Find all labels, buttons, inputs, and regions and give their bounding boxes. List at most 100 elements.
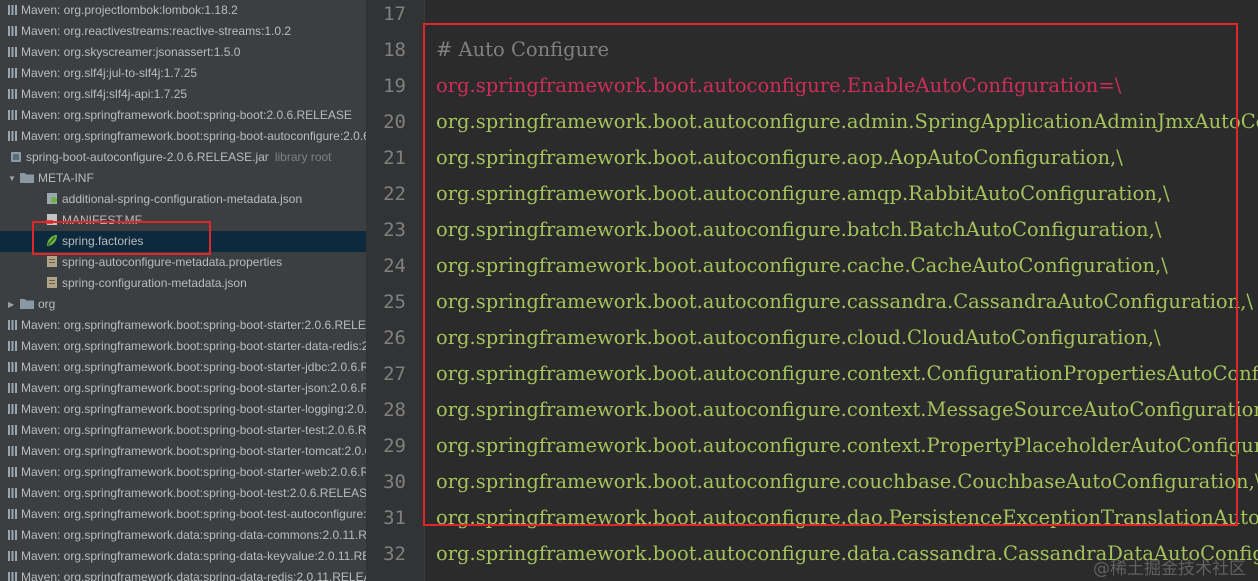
tree-item-folder[interactable]: ▼ META-INF xyxy=(0,168,366,189)
tree-item-lib[interactable]: Maven: org.springframework.data:spring-d… xyxy=(0,546,366,567)
tree-item-label: Maven: org.springframework.boot:spring-b… xyxy=(21,507,366,521)
tree-item-label: MANIFEST.MF xyxy=(62,213,142,227)
folder-icon xyxy=(20,299,34,310)
tree-item-lib[interactable]: Maven: org.springframework.boot:spring-b… xyxy=(0,483,366,504)
library-icon xyxy=(8,403,17,414)
tree-item-label: spring-boot-autoconfigure-2.0.6.RELEASE.… xyxy=(26,150,269,164)
tree-item-label: Maven: org.springframework.boot:spring-b… xyxy=(21,423,366,437)
tree-item-lib[interactable]: Maven: org.springframework.boot:spring-b… xyxy=(0,441,366,462)
library-root-note: library root xyxy=(274,150,332,164)
project-tree-panel: Maven: org.projectlombok:lombok:1.18.2 Ma… xyxy=(0,0,366,581)
tree-item-lib[interactable]: Maven: org.springframework.boot:spring-b… xyxy=(0,105,366,126)
tree-item-label: Maven: org.springframework.boot:spring-b… xyxy=(21,486,366,500)
tree-item-file[interactable]: spring.factories xyxy=(0,231,366,252)
watermark: @稀土掘金技术社区 xyxy=(1093,559,1246,579)
tree-item-label: Maven: org.springframework.data:spring-d… xyxy=(21,549,366,563)
tree-item-lib[interactable]: Maven: org.springframework.boot:spring-b… xyxy=(0,357,366,378)
library-icon xyxy=(8,46,17,57)
line-number: 26 xyxy=(383,327,406,349)
line-number: 20 xyxy=(383,111,406,133)
tree-item-lib[interactable]: Maven: org.skyscreamer:jsonassert:1.5.0 xyxy=(0,42,366,63)
library-icon xyxy=(8,382,17,393)
code-value-line[interactable]: org.springframework.boot.autoconfigure.c… xyxy=(436,428,1258,464)
tree-item-file[interactable]: spring-autoconfigure-metadata.properties xyxy=(0,252,366,273)
line-number: 24 xyxy=(383,255,406,277)
line-number: 23 xyxy=(383,219,406,241)
spring-leaf-icon xyxy=(47,235,57,247)
library-icon xyxy=(8,361,17,372)
tree-item-label: Maven: org.springframework.boot:spring-b… xyxy=(21,339,366,353)
tree-item-label: META-INF xyxy=(38,171,94,185)
tree-item-label: Maven: org.springframework.boot:spring-b… xyxy=(21,465,366,479)
line-number: 19 xyxy=(383,75,406,97)
code-value-line[interactable]: org.springframework.boot.autoconfigure.c… xyxy=(436,320,1161,356)
tree-item-label: Maven: org.reactivestreams:reactive-stre… xyxy=(21,24,292,38)
library-icon xyxy=(8,25,17,36)
library-icon xyxy=(8,340,17,351)
line-number-gutter: 17 18 19 20 21 22 23 24 25 26 27 28 29 30 31 32 xyxy=(366,0,425,581)
code-value-line[interactable]: org.springframework.boot.autoconfigure.a… xyxy=(436,104,1258,140)
tree-item-label: Maven: org.springframework.boot:spring-b… xyxy=(21,318,366,332)
tree-item-lib[interactable]: Maven: org.springframework.boot:spring-b… xyxy=(0,126,366,147)
code-value-line[interactable]: org.springframework.boot.autoconfigure.c… xyxy=(436,464,1258,500)
code-editor[interactable]: 17 18 19 20 21 22 23 24 25 26 27 28 29 30 31 32 # Auto … xyxy=(366,0,1258,581)
line-number: 25 xyxy=(383,291,406,313)
tree-item-file[interactable]: additional-spring-configuration-metadata… xyxy=(0,189,366,210)
library-icon xyxy=(8,109,17,120)
line-number: 27 xyxy=(383,363,406,385)
code-value-line[interactable]: org.springframework.boot.autoconfigure.d… xyxy=(436,500,1258,536)
code-value-line[interactable]: org.springframework.boot.autoconfigure.a… xyxy=(436,140,1123,176)
library-icon xyxy=(8,529,17,540)
tree-item-label: Maven: org.springframework.boot:spring-b… xyxy=(21,360,366,374)
tree-item-lib[interactable]: Maven: org.reactivestreams:reactive-stre… xyxy=(0,21,366,42)
code-value-line[interactable]: org.springframework.boot.autoconfigure.b… xyxy=(436,212,1161,248)
json-file-icon xyxy=(47,193,57,205)
chevron-right-icon[interactable]: ▶ xyxy=(8,294,16,315)
code-value-line[interactable]: org.springframework.boot.autoconfigure.a… xyxy=(436,176,1170,212)
tree-item-lib[interactable]: Maven: org.springframework.data:spring-d… xyxy=(0,525,366,546)
tree-item-folder[interactable]: ▶ org xyxy=(0,294,366,315)
tree-item-lib[interactable]: Maven: org.slf4j:jul-to-slf4j:1.7.25 xyxy=(0,63,366,84)
library-icon xyxy=(8,319,17,330)
folder-icon xyxy=(20,173,34,184)
tree-item-lib[interactable]: Maven: org.springframework.data:spring-d… xyxy=(0,567,366,581)
tree-item-label: spring-configuration-metadata.json xyxy=(62,276,247,290)
code-value-line[interactable]: org.springframework.boot.autoconfigure.c… xyxy=(436,284,1253,320)
tree-item-label: Maven: org.skyscreamer:jsonassert:1.5.0 xyxy=(21,45,241,59)
library-icon xyxy=(8,67,17,78)
code-key-line[interactable]: org.springframework.boot.autoconfigure.E… xyxy=(436,68,1121,104)
code-value-line[interactable]: org.springframework.boot.autoconfigure.c… xyxy=(436,356,1258,392)
library-icon xyxy=(8,88,17,99)
tree-item-lib[interactable]: Maven: org.springframework.boot:spring-b… xyxy=(0,336,366,357)
tree-item-label: Maven: org.slf4j:jul-to-slf4j:1.7.25 xyxy=(21,66,198,80)
tree-item-lib[interactable]: Maven: org.springframework.boot:spring-b… xyxy=(0,420,366,441)
line-number: 21 xyxy=(383,147,406,169)
properties-file-icon xyxy=(47,256,57,268)
tree-item-file[interactable]: MANIFEST.MF xyxy=(0,210,366,231)
tree-item-lib[interactable]: Maven: org.springframework.boot:spring-b… xyxy=(0,462,366,483)
library-icon xyxy=(8,445,17,456)
tree-item-jar[interactable]: spring-boot-autoconfigure-2.0.6.RELEASE.… xyxy=(0,147,366,168)
tree-item-lib[interactable]: Maven: org.springframework.boot:spring-b… xyxy=(0,378,366,399)
tree-item-label: Maven: org.slf4j:slf4j-api:1.7.25 xyxy=(21,87,188,101)
chevron-down-icon[interactable]: ▼ xyxy=(8,168,16,189)
tree-item-lib[interactable]: Maven: org.projectlombok:lombok:1.18.2 xyxy=(0,0,366,21)
tree-item-label: Maven: org.springframework.data:spring-d… xyxy=(21,528,366,542)
line-number: 22 xyxy=(383,183,406,205)
line-number: 32 xyxy=(383,543,406,565)
tree-item-lib[interactable]: Maven: org.springframework.boot:spring-b… xyxy=(0,399,366,420)
tree-item-label: Maven: org.springframework.data:spring-d… xyxy=(21,570,366,581)
tree-item-label: spring-autoconfigure-metadata.properties xyxy=(62,255,283,269)
library-icon xyxy=(8,130,17,141)
code-value-line[interactable]: org.springframework.boot.autoconfigure.c… xyxy=(436,248,1168,284)
manifest-file-icon xyxy=(46,214,57,226)
tree-item-lib[interactable]: Maven: org.springframework.boot:spring-b… xyxy=(0,315,366,336)
code-value-line[interactable]: org.springframework.boot.autoconfigure.c… xyxy=(436,392,1258,428)
tree-item-file[interactable]: spring-configuration-metadata.json xyxy=(0,273,366,294)
library-icon xyxy=(8,424,17,435)
tree-item-lib[interactable]: Maven: org.springframework.boot:spring-b… xyxy=(0,504,366,525)
code-comment-line[interactable]: # Auto Configure xyxy=(436,32,609,68)
line-number: 30 xyxy=(383,471,406,493)
tree-item-lib[interactable]: Maven: org.slf4j:slf4j-api:1.7.25 xyxy=(0,84,366,105)
tree-item-label: Maven: org.springframework.boot:spring-b… xyxy=(21,108,352,122)
